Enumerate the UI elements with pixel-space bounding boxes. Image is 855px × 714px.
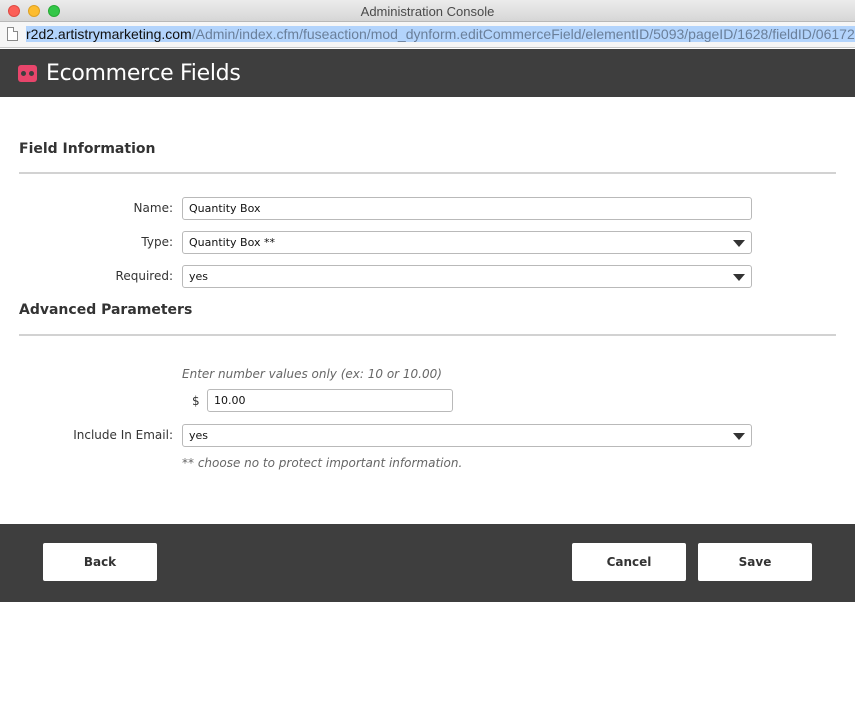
- include-email-select[interactable]: yes: [182, 424, 752, 447]
- url-bar[interactable]: r2d2.artistrymarketing.com/Admin/index.c…: [0, 22, 855, 48]
- section-divider: [19, 172, 836, 174]
- chevron-down-icon: [733, 433, 745, 440]
- logo-icon: [18, 65, 37, 82]
- window-titlebar: Administration Console: [0, 0, 855, 22]
- amount-input-value: 10.00: [214, 394, 246, 407]
- page-title: Ecommerce Fields: [46, 61, 241, 86]
- window-title: Administration Console: [360, 4, 495, 19]
- back-button[interactable]: Back: [43, 543, 157, 581]
- type-label: Type:: [141, 235, 173, 249]
- type-select[interactable]: Quantity Box **: [182, 231, 752, 254]
- chevron-down-icon: [733, 274, 745, 281]
- url-text[interactable]: r2d2.artistrymarketing.com/Admin/index.c…: [26, 26, 855, 42]
- chevron-down-icon: [733, 240, 745, 247]
- url-path: /Admin/index.cfm/fuseaction/mod_dynform.…: [191, 26, 855, 42]
- name-label: Name:: [133, 201, 173, 215]
- amount-input[interactable]: 10.00: [207, 389, 453, 412]
- required-select-value: yes: [189, 270, 209, 283]
- field-information-heading: Field Information: [19, 141, 156, 157]
- cancel-button[interactable]: Cancel: [572, 543, 686, 581]
- save-button[interactable]: Save: [698, 543, 812, 581]
- include-email-select-value: yes: [189, 429, 209, 442]
- required-select[interactable]: yes: [182, 265, 752, 288]
- footer-bar: Back Cancel Save: [0, 524, 855, 602]
- type-select-value: Quantity Box **: [189, 236, 275, 249]
- name-input[interactable]: Quantity Box: [182, 197, 752, 220]
- advanced-parameters-heading: Advanced Parameters: [19, 302, 193, 318]
- number-hint: Enter number values only (ex: 10 or 10.0…: [182, 367, 442, 381]
- name-input-value: Quantity Box: [189, 202, 261, 215]
- app-header: Ecommerce Fields: [0, 49, 855, 97]
- section-divider: [19, 334, 836, 336]
- currency-symbol: $: [192, 394, 200, 408]
- url-host: r2d2.artistrymarketing.com: [26, 26, 192, 42]
- include-email-label: Include In Email:: [73, 428, 173, 442]
- required-label: Required:: [115, 269, 173, 283]
- protect-note: ** choose no to protect important inform…: [182, 456, 463, 470]
- document-icon: [7, 27, 18, 41]
